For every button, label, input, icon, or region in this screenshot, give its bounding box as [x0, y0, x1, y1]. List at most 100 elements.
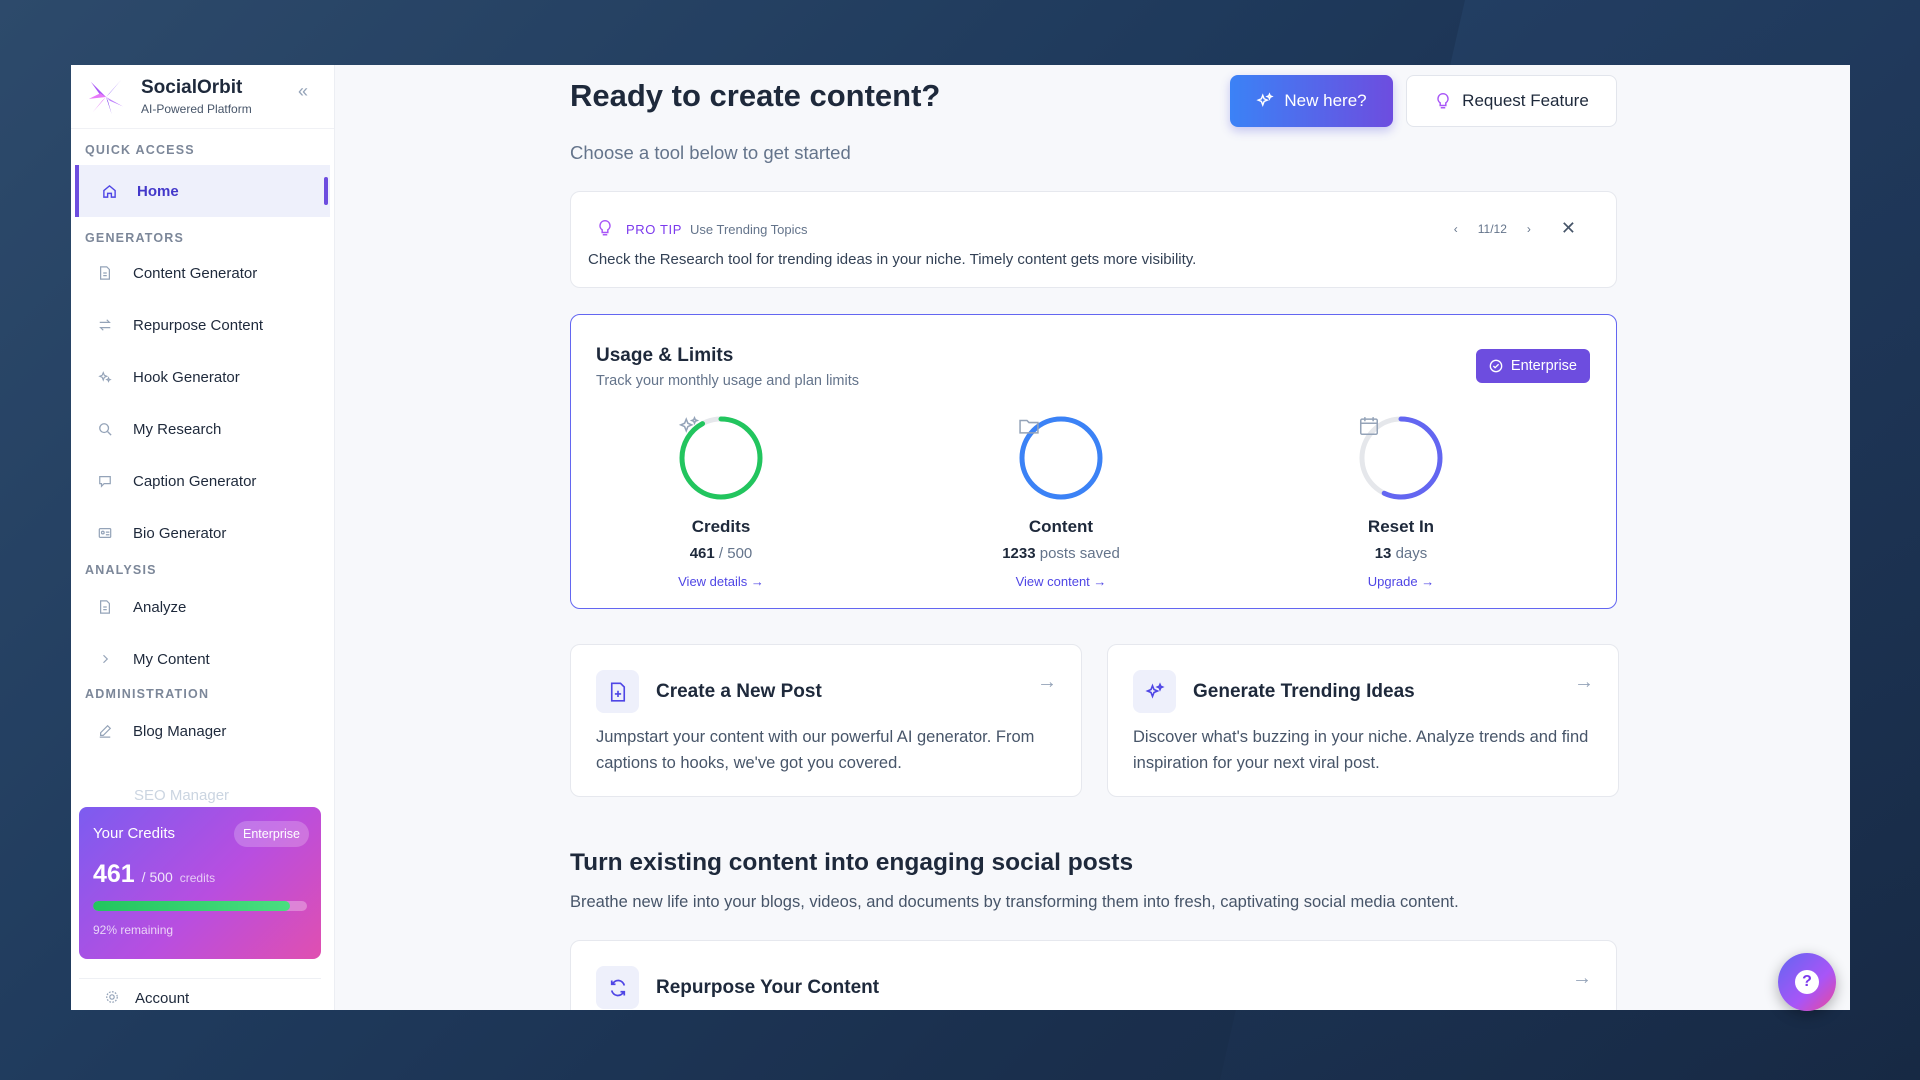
close-icon[interactable]: ✕ — [1561, 218, 1576, 239]
create-post-card[interactable]: Create a New Post Jumpstart your content… — [570, 644, 1082, 797]
edit-icon — [97, 723, 113, 739]
sidebar-item-label: Blog Manager — [133, 722, 227, 740]
id-card-icon — [97, 525, 113, 541]
stat-value: 461 / 500 — [621, 545, 821, 562]
chevron-right-icon — [97, 651, 113, 667]
sidebar-item-label: My Research — [133, 420, 222, 438]
sidebar-item-bio-generator[interactable]: Bio Generator — [75, 507, 330, 559]
lightbulb-icon — [596, 219, 614, 240]
sidebar-item-analyze[interactable]: Analyze — [75, 581, 330, 633]
stat-suffix: days — [1391, 545, 1428, 562]
credits-progress-fill — [93, 901, 290, 911]
app-tagline: AI-Powered Platform — [141, 102, 252, 116]
sidebar-item-label: Repurpose Content — [133, 316, 264, 334]
home-icon — [101, 183, 117, 199]
search-icon — [97, 421, 113, 437]
plan-badge: Enterprise — [234, 821, 309, 847]
view-details-link[interactable]: View details → — [621, 574, 821, 589]
page-subtitle: Choose a tool below to get started — [570, 142, 851, 163]
stat-reset: Reset In 13 days Upgrade → — [1301, 415, 1501, 589]
gear-icon — [105, 990, 119, 1008]
stat-number: 461 — [689, 545, 715, 562]
view-content-link[interactable]: View content → — [961, 574, 1161, 589]
sidebar-item-account[interactable]: Account — [79, 978, 321, 1010]
pro-tip-topic: Use Trending Topics — [689, 222, 808, 237]
credits-ring — [678, 415, 764, 501]
trending-ideas-card[interactable]: Generate Trending Ideas Discover what's … — [1107, 644, 1619, 797]
credits-card[interactable]: Your Credits Enterprise 461 / 500 credit… — [79, 807, 321, 959]
new-here-button[interactable]: New here? — [1230, 75, 1393, 127]
enterprise-label: Enterprise — [1510, 358, 1577, 374]
sidebar-item-content-generator[interactable]: Content Generator — [75, 247, 330, 299]
sidebar-item-home[interactable]: Home — [75, 165, 330, 217]
feature-desc: Jumpstart your content with our powerful… — [596, 728, 1035, 772]
document-icon — [97, 599, 113, 615]
new-here-label: New here? — [1284, 91, 1367, 110]
usage-limits-card: Usage & Limits Track your monthly usage … — [570, 314, 1617, 609]
chevron-left-icon[interactable]: ‹ — [1454, 222, 1458, 236]
question-icon: ? — [1795, 970, 1819, 994]
sparkles-icon — [1256, 92, 1274, 110]
section-title: Turn existing content into engaging soci… — [570, 849, 1134, 876]
arrow-right-icon: → — [1572, 967, 1592, 989]
sidebar-item-label: Hook Generator — [133, 368, 240, 386]
app-window: SocialOrbit AI-Powered Platform « QUICK … — [71, 65, 1850, 1010]
repurpose-card[interactable]: Repurpose Your Content → — [570, 940, 1617, 1010]
pro-tip-label: PRO TIP — [626, 222, 682, 237]
section-quick-access: QUICK ACCESS — [85, 143, 195, 157]
section-desc: Breathe new life into your blogs, videos… — [570, 893, 1459, 911]
sidebar-item-label: Analyze — [133, 598, 187, 616]
content-ring — [1018, 415, 1104, 501]
stat-number: 1233 — [1002, 545, 1036, 562]
usage-title: Usage & Limits — [596, 345, 734, 366]
reset-ring — [1358, 415, 1444, 501]
feature-desc: Discover what's buzzing in your niche. A… — [1133, 728, 1589, 772]
chat-bubble-icon — [97, 473, 113, 489]
stat-label: Content — [1028, 517, 1094, 536]
credits-used: 461 — [93, 860, 135, 888]
sparkles-icon — [97, 369, 113, 385]
sparkles-icon — [1133, 670, 1176, 713]
chevron-right-icon[interactable]: › — [1527, 222, 1531, 236]
stat-label: Credits — [691, 517, 751, 536]
help-button[interactable]: ? — [1778, 953, 1836, 1011]
section-administration: ADMINISTRATION — [85, 687, 210, 701]
main-content: Ready to create content? Choose a tool b… — [335, 65, 1850, 1010]
sidebar-item-hook-generator[interactable]: Hook Generator — [75, 351, 330, 403]
app-name: SocialOrbit — [141, 77, 243, 98]
sidebar-item-seo-manager[interactable]: SEO Manager — [79, 787, 229, 804]
enterprise-badge[interactable]: Enterprise — [1475, 349, 1590, 383]
request-feature-button[interactable]: Request Feature — [1406, 75, 1617, 127]
sidebar-item-blog-manager[interactable]: Blog Manager — [75, 705, 330, 757]
sidebar-item-my-content[interactable]: My Content — [75, 633, 330, 685]
calendar-icon — [1358, 415, 1444, 501]
lightbulb-icon — [1434, 92, 1452, 110]
page-title: Ready to create content? — [570, 78, 941, 113]
credits-unit: credits — [179, 871, 216, 885]
sidebar-item-label: Bio Generator — [133, 524, 227, 542]
stat-value: 1233 posts saved — [961, 545, 1161, 562]
sidebar-item-my-research[interactable]: My Research — [75, 403, 330, 455]
upgrade-link[interactable]: Upgrade → — [1301, 574, 1501, 589]
tip-page-count: 11/12 — [1477, 221, 1507, 236]
stat-content: Content 1233 posts saved View content → — [961, 415, 1161, 589]
pro-tip-text: Check the Research tool for trending ide… — [588, 251, 1197, 268]
sidebar: SocialOrbit AI-Powered Platform « QUICK … — [71, 65, 335, 1010]
folder-icon — [1018, 415, 1104, 501]
feature-title: Create a New Post — [656, 681, 822, 702]
brand[interactable]: SocialOrbit AI-Powered Platform « — [71, 65, 334, 129]
credits-total: / 500 — [141, 869, 173, 885]
swap-arrows-icon — [97, 317, 113, 333]
stat-value: 13 days — [1301, 545, 1501, 562]
sidebar-item-repurpose-content[interactable]: Repurpose Content — [75, 299, 330, 351]
stat-label: Reset In — [1367, 517, 1435, 536]
file-plus-icon — [596, 670, 639, 713]
stat-credits: Credits 461 / 500 View details → — [621, 415, 821, 589]
sidebar-item-caption-generator[interactable]: Caption Generator — [75, 455, 330, 507]
usage-subtitle: Track your monthly usage and plan limits — [596, 373, 859, 389]
collapse-sidebar-icon[interactable]: « — [298, 81, 308, 102]
stat-suffix: posts saved — [1035, 545, 1120, 562]
feature-title: Repurpose Your Content — [656, 977, 880, 998]
section-analysis: ANALYSIS — [85, 563, 157, 577]
tip-pager: ‹ 11/12 › ✕ — [1444, 218, 1586, 239]
